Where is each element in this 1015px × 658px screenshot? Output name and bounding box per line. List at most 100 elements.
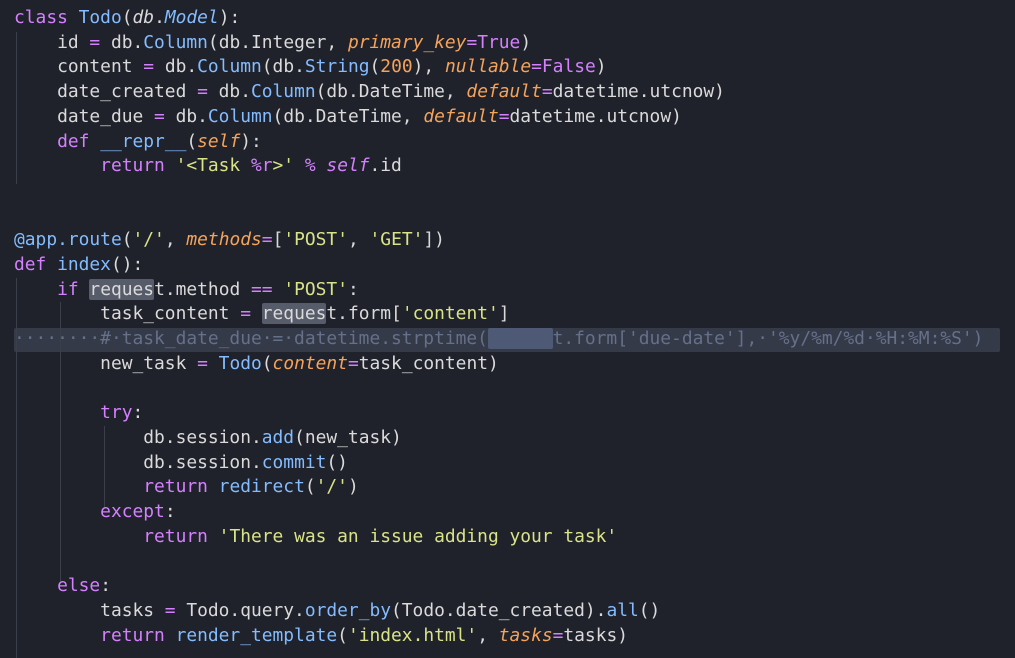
code-token: def (14, 254, 58, 275)
code-token: % (304, 155, 316, 177)
code-line[interactable]: db.session.commit() (14, 451, 348, 476)
code-token: id (14, 31, 90, 53)
code-line[interactable]: ········#·task_date_due·=·datetime.strpt… (14, 327, 983, 352)
code-line[interactable]: def __repr__(self): (14, 130, 262, 155)
code-token: return (100, 155, 176, 177)
code-token: = (531, 56, 542, 78)
code-token: self (197, 130, 241, 152)
code-token: ] (498, 303, 510, 325)
code-token: t.form[ (326, 303, 402, 325)
code-token: = (240, 303, 251, 325)
code-token: = (143, 56, 155, 78)
code-token: Column (143, 31, 208, 53)
code-editor[interactable]: class Todo(db.Model): id = db.Column(db.… (0, 0, 1015, 658)
code-token: (db.DateTime, (315, 81, 467, 103)
code-token: = (164, 599, 176, 621)
code-token: : (164, 501, 176, 522)
code-line[interactable]: @app.route('/', methods=['POST', 'GET']) (14, 228, 445, 253)
code-token: new_task (14, 352, 198, 374)
code-token: >' (272, 155, 295, 177)
code-token: __repr__ (100, 130, 187, 152)
code-token: , (477, 624, 499, 646)
code-token: Todo.query. (175, 599, 305, 621)
code-token: date_created (14, 81, 198, 103)
code-token: () (638, 599, 661, 621)
code-token: index (57, 254, 111, 275)
code-token: t.method (154, 278, 252, 300)
code-token: render_template (175, 624, 338, 646)
code-token: reques (261, 303, 327, 325)
code-line[interactable]: except: (14, 500, 176, 525)
code-token: = (466, 31, 478, 53)
code-token: else (57, 575, 101, 597)
code-line[interactable]: if request.method == 'POST': (14, 278, 359, 303)
code-token: ) (595, 56, 607, 78)
code-token: (db. (261, 56, 305, 78)
code-line[interactable]: task_content = request.form['content'] (14, 302, 510, 327)
code-token: datetime.utcnow) (509, 105, 682, 127)
code-token: content (14, 56, 144, 78)
code-token: 'content' (401, 303, 499, 325)
code-token: String (304, 56, 370, 78)
code-token: datetime.utcnow) (552, 81, 725, 103)
code-line[interactable]: return '<Task %r>' % self.id (14, 154, 402, 179)
code-token: default (466, 81, 542, 103)
code-token: True (477, 31, 521, 53)
code-token: (): (110, 254, 144, 275)
code-line[interactable]: date_due = db.Column(db.DateTime, defaul… (14, 105, 682, 130)
code-token: = (89, 31, 101, 53)
code-token: , (347, 229, 370, 251)
code-token: 'index.html' (347, 624, 478, 646)
code-line[interactable]: class Todo(db.Model): (14, 6, 240, 31)
code-line[interactable]: date_created = db.Column(db.DateTime, de… (14, 80, 725, 105)
code-line[interactable]: content = db.Column(db.String(200), null… (14, 55, 607, 80)
code-token: (new_task) (294, 426, 402, 448)
code-token: all (606, 599, 639, 621)
code-token: ( (337, 624, 348, 646)
code-line[interactable]: tasks = Todo.query.order_by(Todo.date_cr… (14, 599, 660, 624)
code-token: self (326, 155, 370, 177)
code-token: ), (412, 56, 445, 78)
code-token: ( (261, 352, 273, 374)
code-token: = (541, 81, 553, 103)
code-token: return (100, 624, 176, 646)
code-token: Column (250, 81, 316, 103)
code-token: commit (261, 451, 327, 473)
code-line[interactable]: db.session.add(new_task) (14, 426, 402, 451)
code-token: ( (121, 7, 133, 28)
code-token: '/' (132, 229, 165, 251)
code-token: '/' (315, 476, 348, 498)
code-token: @app.route (14, 229, 122, 251)
code-token: db.session. (14, 451, 262, 473)
code-token: = (154, 105, 165, 127)
code-line[interactable]: try: (14, 401, 143, 426)
code-token: except (100, 501, 165, 522)
code-token: [ (272, 229, 284, 251)
code-token: reques (487, 328, 553, 350)
code-line[interactable]: return redirect('/') (14, 475, 358, 500)
code-line[interactable]: return render_template('index.html', tas… (14, 624, 628, 649)
code-token: add (261, 426, 295, 448)
code-token: ( (369, 56, 381, 78)
code-line[interactable]: id = db.Column(db.Integer, primary_key=T… (14, 31, 531, 56)
code-token: order_by (304, 599, 392, 621)
code-token: 'GET' (369, 229, 424, 251)
code-line[interactable]: else: (14, 574, 111, 599)
code-line[interactable]: return 'There was an issue adding your t… (14, 525, 617, 550)
code-token: (db.Integer, (207, 31, 348, 53)
code-token: , (164, 229, 187, 251)
code-line[interactable]: def index(): (14, 253, 143, 278)
code-token: task_content (14, 303, 241, 325)
code-token: ): (218, 7, 241, 28)
code-line[interactable]: new_task = Todo(content=task_content) (14, 352, 499, 377)
